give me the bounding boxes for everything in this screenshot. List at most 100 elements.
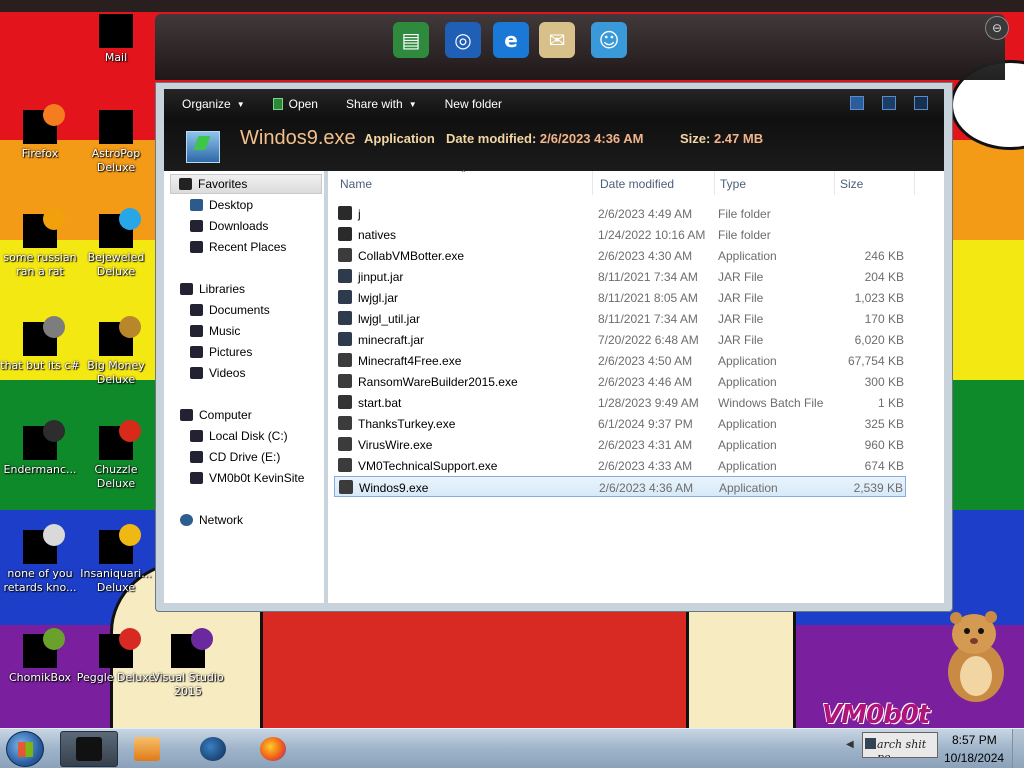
column-header-date-modified[interactable]: Date modified	[600, 177, 674, 191]
nav-pictures[interactable]: Pictures	[190, 345, 252, 359]
file-name: start.bat	[358, 396, 402, 410]
app-icon	[99, 208, 141, 248]
column-header-size[interactable]: Size	[840, 177, 863, 191]
file-row[interactable]: lwjgl_util.jar 8/11/2021 7:34 AM JAR File 1…	[334, 308, 906, 329]
nav-libraries[interactable]: Libraries	[180, 282, 245, 296]
file-date-modified: 2/6/2023 4:33 AM	[598, 459, 693, 473]
tray-preview[interactable]: arch shit pe	[862, 732, 938, 758]
desktop-icon-13[interactable]: Visual Studio 2015	[148, 628, 228, 699]
file-row[interactable]: natives 1/24/2022 10:16 AM File folder	[334, 224, 906, 245]
file-type: File folder	[718, 228, 771, 242]
nav-recent-places[interactable]: Recent Places	[190, 240, 286, 254]
desktop-icon-5[interactable]: that but its c#	[0, 316, 80, 373]
nav-computer[interactable]: Computer	[180, 408, 252, 422]
desktop-icon-9[interactable]: none of you retards kno...	[0, 524, 80, 595]
file-name: Windos9.exe	[359, 481, 429, 495]
file-type: File folder	[718, 207, 771, 221]
desktop-icon-label: some russian ran a rat	[3, 251, 77, 278]
file-row[interactable]: CollabVMBotter.exe 2/6/2023 4:30 AM Applic…	[334, 245, 906, 266]
desktop-icon-1[interactable]: Firefox	[0, 104, 80, 161]
taskbar-explorer[interactable]	[60, 731, 118, 767]
help-icon[interactable]	[914, 96, 928, 110]
taskbar-media-player[interactable]	[118, 731, 176, 767]
desktop-icon-label: Bejeweled Deluxe	[87, 251, 145, 278]
file-row[interactable]: minecraft.jar 7/20/2022 6:48 AM JAR File 6,…	[334, 329, 906, 350]
desktop-icon-label: Endermanc...	[3, 463, 77, 476]
green-book-icon[interactable]: ▤	[393, 22, 429, 58]
desktop-icon-2[interactable]: AstroPop Deluxe	[76, 110, 156, 175]
file-date-modified: 2/6/2023 4:46 AM	[598, 375, 693, 389]
app-icon	[99, 420, 141, 460]
desktop-icon-0[interactable]: Mail	[76, 14, 156, 65]
users-icon[interactable]: ☺	[591, 22, 627, 58]
nav-videos[interactable]: Videos	[190, 366, 245, 380]
file-size: 1,023 KB	[854, 291, 904, 305]
file-name: lwjgl.jar	[358, 291, 399, 305]
desktop-icon-3[interactable]: some russian ran a rat	[0, 208, 80, 279]
desktop-icon-8[interactable]: Chuzzle Deluxe	[76, 420, 156, 491]
column-header-name[interactable]: Name	[340, 177, 372, 191]
taskbar-firefox[interactable]	[244, 731, 302, 767]
file-date-modified: 1/28/2023 9:49 AM	[598, 396, 699, 410]
share-with-button[interactable]: Share with ▼	[346, 97, 417, 111]
file-size: 170 KB	[864, 312, 904, 326]
file-row[interactable]: start.bat 1/28/2023 9:49 AM Windows Batch …	[334, 392, 906, 413]
file-row[interactable]: RansomWareBuilder2015.exe 2/6/2023 4:46 A…	[334, 371, 906, 392]
file-name: j	[358, 207, 361, 221]
change-view-icon[interactable]	[850, 96, 864, 110]
app-icon	[99, 524, 141, 564]
taskbar-globe[interactable]	[184, 731, 242, 767]
desktop-icon-12[interactable]: Peggle Deluxe	[76, 628, 156, 685]
file-type: JAR File	[718, 291, 764, 305]
open-button[interactable]: Open	[272, 97, 318, 111]
file-row[interactable]: jinput.jar 8/11/2021 7:34 AM JAR File 204 K…	[334, 266, 906, 287]
file-row[interactable]: VirusWire.exe 2/6/2023 4:31 AM Application…	[334, 434, 906, 455]
nav-desktop[interactable]: Desktop	[190, 198, 253, 212]
file-size: 246 KB	[864, 249, 904, 263]
nav-music[interactable]: Music	[190, 324, 240, 338]
nav-downloads[interactable]: Downloads	[190, 219, 268, 233]
nav-pictures-label: Pictures	[209, 345, 253, 359]
file-row[interactable]: j 2/6/2023 4:49 AM File folder	[334, 203, 906, 224]
new-folder-button[interactable]: New folder	[445, 97, 502, 111]
nav-cd-drive[interactable]: CD Drive (E:)	[190, 450, 280, 464]
show-desktop-button[interactable]	[1012, 729, 1024, 768]
column-header-type[interactable]: Type	[720, 177, 746, 191]
details-pane: Windos9.exe Application Date modified: 2…	[164, 119, 944, 171]
desktop-icon-6[interactable]: Big Money Deluxe	[76, 316, 156, 387]
desktop-icon-4[interactable]: Bejeweled Deluxe	[76, 208, 156, 279]
nav-vm-site[interactable]: VM0b0t KevinSite	[190, 471, 304, 485]
file-icon	[338, 290, 352, 304]
nav-favorites[interactable]: Favorites	[170, 174, 322, 194]
details-size-label: Size:	[680, 131, 711, 146]
desktop-icon-7[interactable]: Endermanc...	[0, 420, 80, 477]
tray-preview-text: arch shit pe	[877, 738, 927, 758]
internet-explorer-icon[interactable]: e	[493, 22, 529, 58]
file-row[interactable]: lwjgl.jar 8/11/2021 8:05 AM JAR File 1,023 …	[334, 287, 906, 308]
dock-close-icon[interactable]: ⊖	[985, 16, 1009, 40]
file-row[interactable]: VM0TechnicalSupport.exe 2/6/2023 4:33 AM A…	[334, 455, 906, 476]
globe-download-icon[interactable]: ◎	[445, 22, 481, 58]
clock-time[interactable]: 8:57 PM	[952, 733, 997, 747]
file-size: 325 KB	[864, 417, 904, 431]
network-icon	[180, 514, 193, 526]
file-icon	[338, 458, 352, 472]
desktop-icon-10[interactable]: Insaniquari... Deluxe	[76, 524, 156, 595]
tray-expand-icon[interactable]: ◀	[846, 739, 854, 750]
clock-date[interactable]: 10/18/2024	[944, 751, 1004, 765]
nav-music-label: Music	[209, 324, 241, 338]
nav-documents[interactable]: Documents	[190, 303, 270, 317]
envelope-icon[interactable]: ✉	[539, 22, 575, 58]
preview-pane-icon[interactable]	[882, 96, 896, 110]
nav-local-disk[interactable]: Local Disk (C:)	[190, 429, 288, 443]
file-row[interactable]: Minecraft4Free.exe 2/6/2023 4:50 AM Applic…	[334, 350, 906, 371]
organize-button[interactable]: Organize ▼	[182, 97, 245, 111]
folder-icon	[338, 206, 352, 220]
nav-network[interactable]: Network	[180, 513, 243, 527]
desktop-icon-11[interactable]: ChomikBox	[0, 628, 80, 685]
file-size: 6,020 KB	[854, 333, 904, 347]
tray-app-icon	[865, 738, 876, 749]
start-button[interactable]	[6, 731, 44, 767]
file-row[interactable]: Windos9.exe 2/6/2023 4:36 AM Application 2,…	[334, 476, 906, 497]
file-row[interactable]: ThanksTurkey.exe 6/1/2024 9:37 PM Applicat…	[334, 413, 906, 434]
